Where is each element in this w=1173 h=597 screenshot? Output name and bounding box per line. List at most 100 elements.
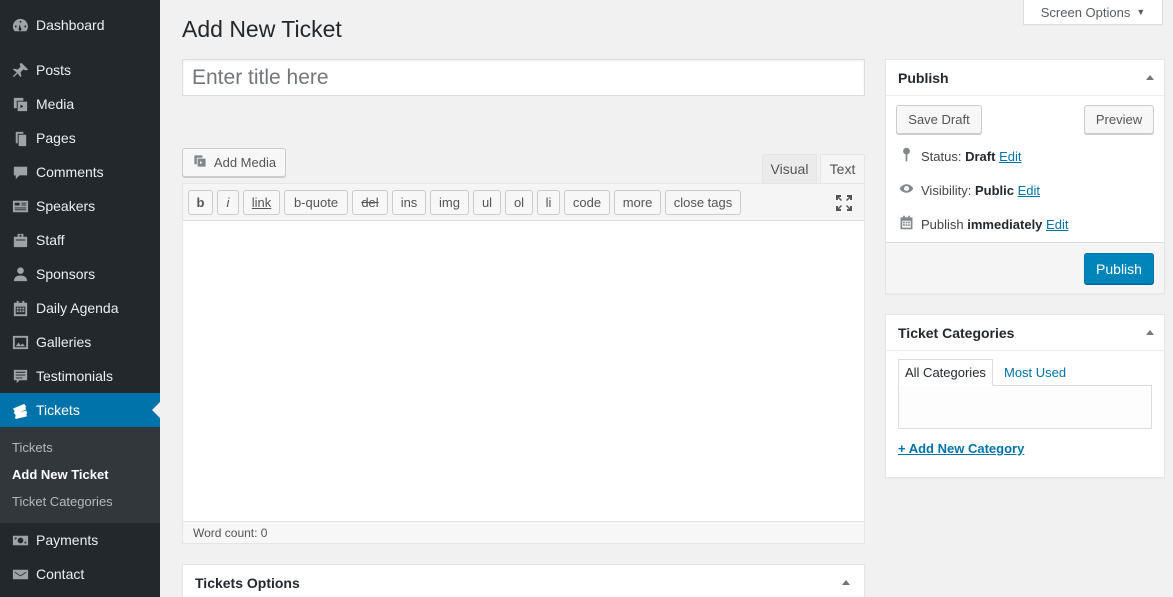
sidebar-item-label: Staff — [36, 232, 65, 248]
qt-ol-button[interactable]: ol — [505, 190, 533, 215]
caret-down-icon: ▼ — [1136, 7, 1146, 17]
status-row: Status: Draft Edit — [898, 146, 1021, 166]
sidebar-item-posts[interactable]: Posts — [0, 53, 160, 87]
qt-li-button[interactable]: li — [537, 190, 560, 215]
title-input[interactable] — [182, 59, 865, 96]
sidebar-item-label: Tickets — [36, 402, 80, 418]
gallery-icon — [0, 333, 36, 352]
screen-options-button[interactable]: Screen Options ▼ — [1023, 0, 1163, 25]
qt-del-button[interactable]: del — [352, 190, 388, 215]
ticket-categories-title: Ticket Categories — [898, 324, 1015, 341]
editor-textarea[interactable] — [183, 221, 864, 521]
eye-icon — [898, 180, 915, 200]
sidebar-item-label: Speakers — [36, 198, 96, 214]
sidebar-item-comments[interactable]: Comments — [0, 155, 160, 189]
email-icon — [0, 565, 36, 584]
fullscreen-icon[interactable] — [834, 193, 854, 213]
submenu-item-ticket-categories[interactable]: Ticket Categories — [12, 494, 113, 509]
publish-time-label: Publish — [921, 216, 964, 232]
save-draft-button[interactable]: Save Draft — [896, 105, 982, 134]
publish-time-row: Publish immediately Edit — [898, 214, 1068, 234]
word-count: Word count: 0 — [183, 521, 864, 543]
tickets-options-header[interactable]: Tickets Options — [183, 565, 864, 597]
sidebar-item-testimonials[interactable]: Testimonials — [0, 359, 160, 393]
sidebar-item-label: Media — [36, 96, 75, 112]
status-label: Status: — [921, 148, 962, 164]
qt-close-tags-button[interactable]: close tags — [665, 190, 741, 215]
sidebar-item-label: Pages — [36, 130, 76, 146]
comments-icon — [0, 163, 36, 182]
publish-box-title: Publish — [898, 69, 949, 86]
sidebar-item-label: Testimonials — [36, 368, 114, 384]
calendar-icon — [0, 299, 36, 318]
qt-bold-button[interactable]: b — [188, 190, 213, 215]
visibility-label: Visibility: — [921, 182, 972, 198]
pin-icon — [898, 146, 915, 166]
tab-text[interactable]: Text — [820, 154, 865, 183]
sidebar-item-sponsors[interactable]: Sponsors — [0, 257, 160, 291]
sidebar-item-contact[interactable]: Contact — [0, 557, 160, 591]
sidebar-item-label: Daily Agenda — [36, 300, 119, 316]
tickets-options-box: Tickets Options — [182, 564, 865, 597]
qt-blockquote-button[interactable]: b-quote — [284, 190, 348, 215]
visibility-row: Visibility: Public Edit — [898, 180, 1040, 200]
publish-box-header[interactable]: Publish — [886, 60, 1164, 96]
sidebar-item-media[interactable]: Media — [0, 87, 160, 121]
dashboard-icon — [0, 16, 36, 35]
qt-italic-button[interactable]: i — [217, 190, 239, 215]
sidebar-item-label: Payments — [36, 532, 99, 548]
add-new-category-link[interactable]: + Add New Category — [898, 441, 1024, 456]
toggle-panel-icon[interactable] — [842, 580, 850, 585]
tab-most-used[interactable]: Most Used — [998, 359, 1072, 386]
publish-box: Publish Save Draft Preview Status: Draft… — [885, 59, 1165, 294]
sidebar-item-label: Sponsors — [36, 266, 96, 282]
qt-ins-button[interactable]: ins — [392, 190, 426, 215]
tab-visual[interactable]: Visual — [762, 154, 817, 183]
sidebar-item-staff[interactable]: Staff — [0, 223, 160, 257]
sidebar-item-label: Comments — [36, 164, 104, 180]
ticket-categories-header[interactable]: Ticket Categories — [886, 315, 1164, 351]
toggle-panel-icon[interactable] — [1146, 75, 1154, 80]
tab-all-categories[interactable]: All Categories — [898, 359, 993, 386]
sidebar-item-daily-agenda[interactable]: Daily Agenda — [0, 291, 160, 325]
toggle-panel-icon[interactable] — [1146, 330, 1154, 335]
sidebar-item-pages[interactable]: Pages — [0, 121, 160, 155]
category-checklist — [898, 385, 1152, 429]
sidebar-item-label: Posts — [36, 62, 72, 78]
add-media-label: Add Media — [213, 155, 277, 170]
tickets-submenu: Tickets Add New Ticket Ticket Categories — [0, 427, 160, 523]
sidebar-item-payments[interactable]: Payments — [0, 523, 160, 557]
qt-more-button[interactable]: more — [614, 190, 661, 215]
publish-actions: Publish — [886, 242, 1164, 293]
money-icon — [0, 531, 36, 550]
edit-visibility-link[interactable]: Edit — [1018, 183, 1040, 198]
testimonial-icon — [0, 367, 36, 386]
submenu-item-tickets[interactable]: Tickets — [12, 440, 53, 455]
briefcase-icon — [0, 231, 36, 250]
status-value: Draft — [965, 148, 996, 164]
pin-icon — [0, 61, 36, 80]
sidebar-item-galleries[interactable]: Galleries — [0, 325, 160, 359]
qt-img-button[interactable]: img — [430, 190, 469, 215]
add-media-button[interactable]: Add Media — [182, 148, 286, 177]
content-editor: b i link b-quote del ins img ul ol li co… — [182, 183, 865, 544]
qt-link-button[interactable]: link — [243, 190, 280, 215]
sidebar-item-speakers[interactable]: Speakers — [0, 189, 160, 223]
sidebar-item-label: Galleries — [36, 334, 92, 350]
preview-button[interactable]: Preview — [1084, 105, 1154, 134]
qt-ul-button[interactable]: ul — [473, 190, 501, 215]
pages-icon — [0, 129, 36, 148]
sidebar-item-dashboard[interactable]: Dashboard — [0, 8, 160, 42]
publish-button[interactable]: Publish — [1084, 253, 1154, 284]
publish-time-value: immediately — [967, 216, 1043, 232]
edit-publish-time-link[interactable]: Edit — [1046, 217, 1068, 232]
user-icon — [0, 265, 36, 284]
visibility-value: Public — [974, 182, 1014, 198]
submenu-item-add-new-ticket[interactable]: Add New Ticket — [12, 467, 109, 482]
media-icon — [0, 95, 36, 114]
sidebar-item-tickets[interactable]: Tickets — [0, 393, 160, 427]
page-title: Add New Ticket — [182, 16, 342, 42]
tickets-options-title: Tickets Options — [195, 574, 300, 591]
edit-status-link[interactable]: Edit — [999, 149, 1021, 164]
qt-code-button[interactable]: code — [564, 190, 610, 215]
